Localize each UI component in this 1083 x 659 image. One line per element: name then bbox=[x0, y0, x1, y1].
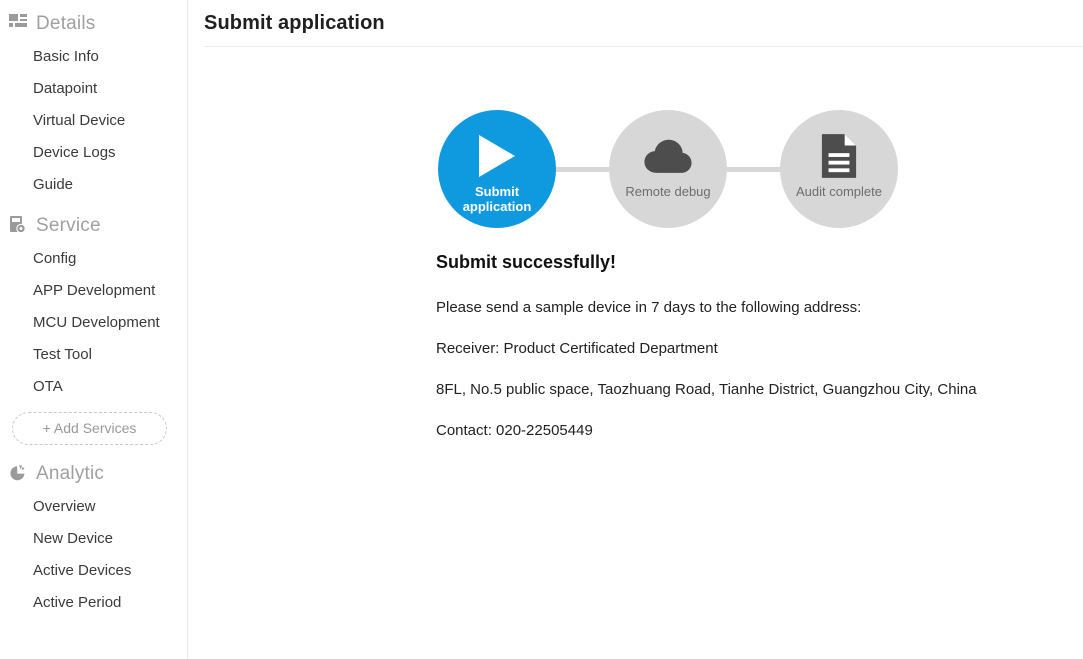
cloud-icon bbox=[643, 132, 693, 180]
sidebar-item-guide[interactable]: Guide bbox=[0, 169, 187, 201]
sidebar-section-title: Service bbox=[36, 214, 101, 236]
step-submit-application[interactable]: Submit application bbox=[438, 110, 556, 228]
page-title: Submit application bbox=[204, 12, 385, 34]
message-heading: Submit successfully! bbox=[436, 252, 617, 272]
submit-progress-stepper: Submit application Remote debug Audit co… bbox=[188, 110, 1083, 228]
step-connector-1 bbox=[550, 166, 615, 172]
step-label-audit-complete: Audit complete bbox=[796, 184, 882, 199]
step-label-submit-application: Submit application bbox=[463, 184, 532, 214]
sidebar-section-header-service: Service bbox=[0, 207, 187, 243]
sidebar-section-title: Details bbox=[36, 12, 96, 34]
sidebar-item-datapoint[interactable]: Datapoint bbox=[0, 73, 187, 105]
sidebar-item-active-period[interactable]: Active Period bbox=[0, 587, 187, 619]
document-icon bbox=[820, 132, 858, 180]
sidebar-item-device-logs[interactable]: Device Logs bbox=[0, 137, 187, 169]
sidebar-item-mcu-development[interactable]: MCU Development bbox=[0, 307, 187, 339]
sidebar-section-header-details: Details bbox=[0, 5, 187, 41]
sidebar-item-config[interactable]: Config bbox=[0, 243, 187, 275]
sidebar-item-new-device[interactable]: New Device bbox=[0, 523, 187, 555]
stepper-row: Submit application Remote debug Audit co… bbox=[438, 110, 898, 228]
step-label-line2: application bbox=[462, 199, 532, 214]
message-address: 8FL, No.5 public space, Taozhuang Road, … bbox=[436, 381, 977, 398]
sidebar-item-test-tool[interactable]: Test Tool bbox=[0, 339, 187, 371]
sidebar-item-basic-info[interactable]: Basic Info bbox=[0, 41, 187, 73]
pie-chart-icon bbox=[9, 464, 27, 482]
add-services-button[interactable]: + Add Services bbox=[12, 412, 167, 445]
title-divider bbox=[204, 46, 1083, 47]
message-receiver: Receiver: Product Certificated Departmen… bbox=[436, 340, 718, 357]
sidebar-item-ota[interactable]: OTA bbox=[0, 371, 187, 403]
message-instruction: Please send a sample device in 7 days to… bbox=[436, 299, 862, 316]
step-label-remote-debug: Remote debug bbox=[625, 184, 711, 199]
step-remote-debug[interactable]: Remote debug bbox=[609, 110, 727, 228]
step-label-line1: Submit bbox=[474, 184, 520, 199]
sidebar-item-active-devices[interactable]: Active Devices bbox=[0, 555, 187, 587]
grid-dashboard-icon bbox=[9, 14, 27, 32]
main-content: Submit application Submit application Re… bbox=[188, 0, 1083, 659]
device-gear-icon bbox=[9, 216, 27, 234]
submit-result-message: Submit successfully! Please send a sampl… bbox=[436, 252, 1036, 441]
app-root: Details Basic Info Datapoint Virtual Dev… bbox=[0, 0, 1083, 659]
sidebar-item-virtual-device[interactable]: Virtual Device bbox=[0, 105, 187, 137]
sidebar-section-details: Details Basic Info Datapoint Virtual Dev… bbox=[0, 5, 187, 201]
sidebar-section-service: Service Config APP Development MCU Devel… bbox=[0, 207, 187, 449]
sidebar-section-title: Analytic bbox=[36, 462, 105, 484]
add-services-wrapper: + Add Services bbox=[0, 403, 187, 449]
message-contact: Contact: 020-22505449 bbox=[436, 422, 593, 439]
step-audit-complete[interactable]: Audit complete bbox=[780, 110, 898, 228]
sidebar-section-header-analytic: Analytic bbox=[0, 455, 187, 491]
sidebar-section-analytic: Analytic Overview New Device Active Devi… bbox=[0, 455, 187, 619]
sidebar: Details Basic Info Datapoint Virtual Dev… bbox=[0, 0, 188, 659]
sidebar-item-app-development[interactable]: APP Development bbox=[0, 275, 187, 307]
sidebar-item-overview[interactable]: Overview bbox=[0, 491, 187, 523]
step-connector-2 bbox=[721, 166, 786, 172]
play-triangle-icon bbox=[475, 132, 519, 180]
